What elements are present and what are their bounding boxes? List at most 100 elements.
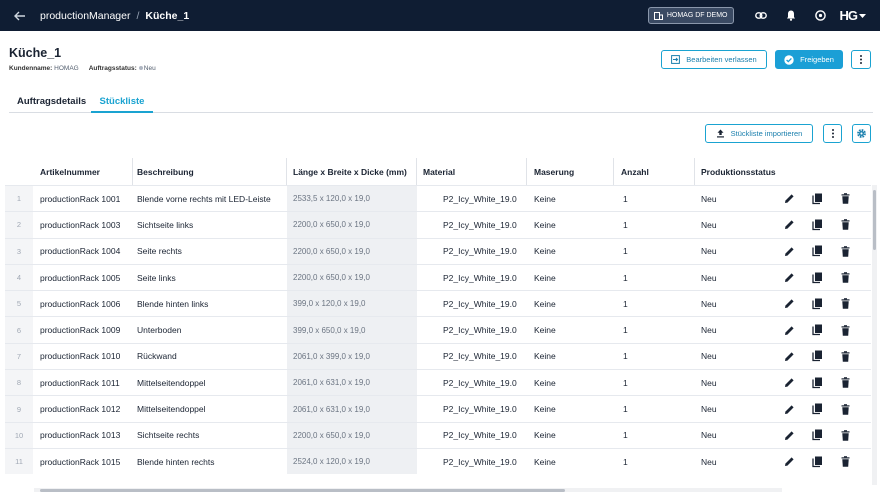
- table-row[interactable]: 7 productionRack 1010 Rückwand 2061,0 x …: [5, 342, 871, 370]
- cell-quantity[interactable]: 1: [614, 396, 695, 421]
- table-row[interactable]: 4 productionRack 1005 Seite links 2200,0…: [5, 263, 871, 291]
- cell-dimensions[interactable]: 2200,0 x 650,0 x 19,0: [287, 422, 417, 448]
- delete-button[interactable]: [838, 455, 852, 469]
- edit-button[interactable]: [782, 402, 796, 416]
- cell-dimensions[interactable]: 2200,0 x 650,0 x 19,0: [287, 212, 417, 238]
- copy-button[interactable]: [810, 271, 824, 285]
- support-button[interactable]: [806, 0, 836, 31]
- header-quantity[interactable]: Anzahl: [614, 158, 695, 185]
- cell-description[interactable]: Blende hinten links: [133, 291, 287, 316]
- cell-dimensions[interactable]: 2533,5 x 120,0 x 19,0: [287, 186, 417, 212]
- copy-button[interactable]: [810, 218, 824, 232]
- copy-button[interactable]: [810, 297, 824, 311]
- delete-button[interactable]: [838, 244, 852, 258]
- cell-description[interactable]: Seite links: [133, 265, 287, 290]
- cell-quantity[interactable]: 1: [614, 370, 695, 395]
- cell-description[interactable]: Mittelseitendoppel: [133, 396, 287, 421]
- copy-button[interactable]: [810, 192, 824, 206]
- copy-button[interactable]: [810, 244, 824, 258]
- delete-button[interactable]: [838, 323, 852, 337]
- cell-article-number[interactable]: productionRack 1006: [33, 291, 133, 316]
- cell-article-number[interactable]: productionRack 1003: [33, 212, 133, 237]
- cell-quantity[interactable]: 1: [614, 449, 695, 474]
- tenant-selector[interactable]: HOMAG DF DEMO: [647, 7, 734, 24]
- account-menu[interactable]: HG: [840, 8, 866, 23]
- delete-button[interactable]: [838, 297, 852, 311]
- release-button[interactable]: Freigeben: [775, 50, 843, 69]
- cell-material[interactable]: P2_Icy_White_19.0: [417, 396, 527, 421]
- cell-grain[interactable]: Keine: [527, 449, 614, 474]
- edit-button[interactable]: [782, 349, 796, 363]
- table-row[interactable]: 10 productionRack 1013 Sichtseite rechts…: [5, 421, 871, 448]
- copy-button[interactable]: [810, 402, 824, 416]
- cell-article-number[interactable]: productionRack 1005: [33, 265, 133, 290]
- copy-button[interactable]: [810, 455, 824, 469]
- edit-button[interactable]: [782, 192, 796, 206]
- cell-description[interactable]: Seite rechts: [133, 239, 287, 264]
- cell-grain[interactable]: Keine: [527, 317, 614, 342]
- table-row[interactable]: 11 productionRack 1015 Blende hinten rec…: [5, 447, 871, 475]
- edit-button[interactable]: [782, 455, 796, 469]
- cell-grain[interactable]: Keine: [527, 396, 614, 421]
- delete-button[interactable]: [838, 402, 852, 416]
- delete-button[interactable]: [838, 218, 852, 232]
- cell-grain[interactable]: Keine: [527, 212, 614, 237]
- cell-description[interactable]: Rückwand: [133, 344, 287, 369]
- cell-dimensions[interactable]: 399,0 x 120,0 x 19,0: [287, 291, 417, 317]
- cell-grain[interactable]: Keine: [527, 186, 614, 211]
- more-actions-button[interactable]: [851, 50, 871, 69]
- delete-button[interactable]: [838, 271, 852, 285]
- edit-button[interactable]: [782, 297, 796, 311]
- header-description[interactable]: Beschreibung: [133, 158, 287, 185]
- delete-button[interactable]: [838, 376, 852, 390]
- header-dimensions[interactable]: Länge x Breite x Dicke (mm): [287, 158, 417, 185]
- tab-parts-list[interactable]: Stückliste: [91, 93, 153, 113]
- edit-button[interactable]: [782, 218, 796, 232]
- grid-settings-button[interactable]: [852, 124, 871, 143]
- cell-grain[interactable]: Keine: [527, 239, 614, 264]
- cell-article-number[interactable]: productionRack 1001: [33, 186, 133, 211]
- cell-material[interactable]: P2_Icy_White_19.0: [417, 317, 527, 342]
- header-material[interactable]: Material: [417, 158, 527, 185]
- cell-quantity[interactable]: 1: [614, 344, 695, 369]
- copy-button[interactable]: [810, 376, 824, 390]
- cell-grain[interactable]: Keine: [527, 291, 614, 316]
- cell-dimensions[interactable]: 2200,0 x 650,0 x 19,0: [287, 264, 417, 291]
- edit-button[interactable]: [782, 271, 796, 285]
- cell-quantity[interactable]: 1: [614, 186, 695, 211]
- cell-description[interactable]: Blende hinten rechts: [133, 449, 287, 474]
- leave-edit-button[interactable]: Bearbeiten verlassen: [661, 50, 767, 69]
- copy-button[interactable]: [810, 349, 824, 363]
- edit-button[interactable]: [782, 376, 796, 390]
- tab-order-details[interactable]: Auftragsdetails: [17, 93, 86, 113]
- table-row[interactable]: 2 productionRack 1003 Sichtseite links 2…: [5, 211, 871, 238]
- cell-material[interactable]: P2_Icy_White_19.0: [417, 423, 527, 448]
- cell-description[interactable]: Sichtseite rechts: [133, 423, 287, 448]
- import-parts-list-button[interactable]: Stückliste importieren: [705, 124, 813, 143]
- copy-button[interactable]: [810, 323, 824, 337]
- cell-article-number[interactable]: productionRack 1004: [33, 239, 133, 264]
- table-row[interactable]: 3 productionRack 1004 Seite rechts 2200,…: [5, 237, 871, 264]
- table-row[interactable]: 8 productionRack 1011 Mittelseitendoppel…: [5, 369, 871, 396]
- table-row[interactable]: 9 productionRack 1012 Mittelseitendoppel…: [5, 395, 871, 422]
- edit-button[interactable]: [782, 244, 796, 258]
- cell-quantity[interactable]: 1: [614, 423, 695, 448]
- delete-button[interactable]: [838, 428, 852, 442]
- copy-button[interactable]: [810, 428, 824, 442]
- header-grain[interactable]: Maserung: [527, 158, 614, 185]
- notifications-button[interactable]: [776, 0, 806, 31]
- grid-more-button[interactable]: [823, 124, 842, 143]
- edit-button[interactable]: [782, 428, 796, 442]
- edit-button[interactable]: [782, 323, 796, 337]
- delete-button[interactable]: [838, 192, 852, 206]
- vertical-scroll-thumb[interactable]: [873, 190, 876, 250]
- cell-material[interactable]: P2_Icy_White_19.0: [417, 265, 527, 290]
- cell-dimensions[interactable]: 2061,0 x 631,0 x 19,0: [287, 370, 417, 396]
- cell-material[interactable]: P2_Icy_White_19.0: [417, 212, 527, 237]
- cell-description[interactable]: Unterboden: [133, 317, 287, 342]
- cell-quantity[interactable]: 1: [614, 265, 695, 290]
- cell-grain[interactable]: Keine: [527, 344, 614, 369]
- table-row[interactable]: 1 productionRack 1001 Blende vorne recht…: [5, 185, 871, 212]
- cell-dimensions[interactable]: 2524,0 x 120,0 x 19,0: [287, 448, 417, 475]
- cell-description[interactable]: Blende vorne rechts mit LED-Leiste: [133, 186, 287, 211]
